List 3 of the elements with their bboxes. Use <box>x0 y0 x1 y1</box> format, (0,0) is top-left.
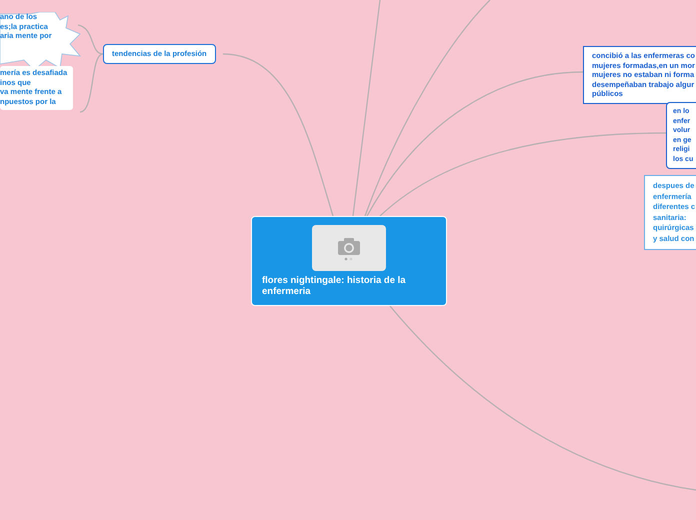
central-topic[interactable]: flores nightingale: historia de la enfermeria <box>251 216 447 306</box>
central-title: flores nightingale: historia de la enfermeria <box>262 275 407 297</box>
camera-icon <box>336 235 362 261</box>
